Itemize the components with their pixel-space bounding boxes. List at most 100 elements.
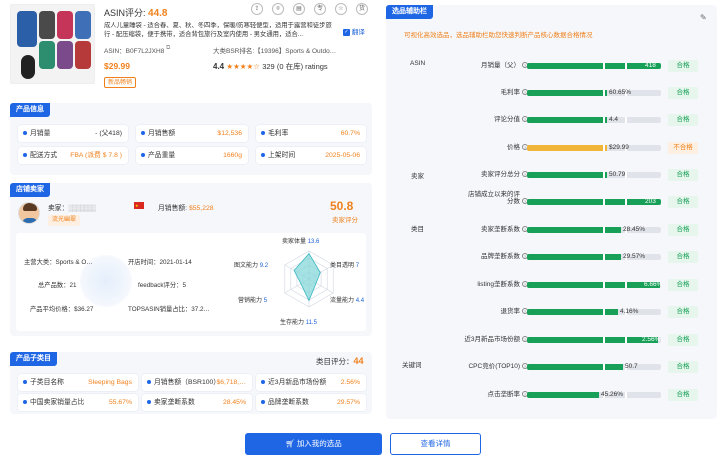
assist-row-value: $29.99 <box>609 144 629 151</box>
translate-toggle[interactable]: ✓ 翻译 <box>343 26 365 36</box>
info-card: 月销售额 $12,536 <box>136 125 248 142</box>
assist-row-label: listing垄断系数 <box>477 281 520 288</box>
assist-bar-track <box>527 117 661 123</box>
threshold-tick <box>603 282 605 288</box>
assist-bar-fill <box>527 337 658 343</box>
assist-row-badge: 不合格 <box>668 142 698 154</box>
compare-icon[interactable]: ⌾ <box>272 3 284 15</box>
assist-row: CPC竞价(TOP10)? 50.7 合格 <box>386 360 726 374</box>
info-card: 配送方式 FBA (派费 $ 7.8 ) <box>18 147 128 164</box>
assist-bar-fill <box>527 254 621 260</box>
assist-row-badge: 合格 <box>668 87 698 99</box>
star-icon[interactable]: ☆ <box>335 3 347 15</box>
assist-bar-track <box>527 282 661 288</box>
add-to-selection-button[interactable]: 🛒︎ 加入我的选品 <box>245 433 382 455</box>
document-icon[interactable]: ▤ <box>293 3 305 15</box>
threshold-tick <box>603 337 605 343</box>
assist-row: 月销量（父）? 418 合格 <box>386 59 726 73</box>
assist-row-value: 2.56% <box>642 336 661 343</box>
assist-row-badge: 合格 <box>668 169 698 181</box>
avatar <box>18 202 40 224</box>
assist-row-badge: 合格 <box>668 224 698 236</box>
assist-row-label: 价格 <box>507 144 520 151</box>
assist-panel: 选品辅助栏 ✎ 可视化高效选品，选品辅助栏助您快速判断产品核心数据合格情况 AS… <box>386 5 717 419</box>
assist-row-badge: 合格 <box>668 334 698 346</box>
assist-bar-track <box>527 337 661 343</box>
assist-row-value: 60.65% <box>609 89 632 96</box>
info-card: 产品重量 1660g <box>136 147 248 164</box>
threshold-tick <box>603 364 605 370</box>
asin-id[interactable]: ASIN：B0F7L2JXH8 <box>104 45 164 55</box>
threshold-tick <box>625 282 627 288</box>
new-tag: 新品畅销 <box>104 77 137 88</box>
view-detail-button[interactable]: 查看详情 <box>390 433 481 455</box>
assist-row-value: 6.66% <box>644 281 663 288</box>
assist-row-value: 28.45% <box>623 226 646 233</box>
copy-icon[interactable]: ⧉ <box>166 45 170 52</box>
assist-row: 品牌垄断系数? 29.57% 合格 <box>386 250 726 264</box>
asin-score-value: 44.8 <box>148 8 168 19</box>
assist-row-label: 卖家评分总分 <box>481 171 520 178</box>
assist-bar-fill <box>527 117 607 123</box>
china-flag-icon: ★ <box>134 202 144 209</box>
radar-label-traffic: 流量能力 4.4 <box>330 298 365 304</box>
threshold-tick <box>625 199 627 205</box>
edit-icon[interactable]: ✎ <box>700 13 707 22</box>
threshold-tick <box>603 145 605 151</box>
assist-row-badge: 合格 <box>668 60 698 72</box>
assist-row: 价格? $29.99 不合格 <box>386 141 726 155</box>
assist-row-label: 店铺成立以来的评分数 <box>468 191 520 205</box>
assist-row: 点击垄断率? 45.26% 合格 <box>386 388 726 402</box>
seller-score: 50.8 <box>330 199 354 213</box>
assist-row-label: 毛利率 <box>500 89 521 96</box>
assist-row-label: 点击垄断率 <box>487 391 521 398</box>
assist-bar-track <box>527 199 661 205</box>
seller-panel: 店铺卖家 卖家：▒▒▒▒▒▒▒ ★ 月销售额: $55,228 流光幽翠 50.… <box>10 183 372 336</box>
product-title[interactable]: 成人儿童睡袋 - 适合春、夏、秋、冬四季，保暖/防寒轻便型，适用于露营和徒步旅行… <box>104 22 336 42</box>
assist-bar-fill <box>527 145 607 151</box>
assist-bar-track <box>527 364 661 370</box>
threshold-tick <box>603 227 605 233</box>
info-card: 上架时间 2025-05-06 <box>256 147 366 164</box>
threshold-tick <box>603 90 605 96</box>
rating: 4.4 ★★★★☆ 329 (0 在库) ratings <box>213 61 328 72</box>
assist-row-value: 45.26% <box>601 391 624 398</box>
asin-score: ASIN评分: 44.8 <box>104 6 168 19</box>
assist-row-badge: 合格 <box>668 389 698 401</box>
assist-row-value: 4.4 <box>609 116 619 123</box>
radar-label-seller-volume: 卖家体量 13.6 <box>282 239 320 245</box>
product-image[interactable] <box>10 4 95 84</box>
rating-stars-icon: ★★★★☆ <box>226 62 260 71</box>
assist-bar-track <box>527 172 661 178</box>
assist-row: 退货率? 4.16% 合格 <box>386 305 726 319</box>
assist-row-value: 29.57% <box>623 253 646 260</box>
share-icon[interactable]: ⇪ <box>251 3 263 15</box>
radar-label-survival: 生存能力 11.5 <box>280 320 317 326</box>
seller-tag: 流光幽翠 <box>48 215 81 226</box>
assist-bar-fill <box>527 199 661 205</box>
radar-label-marketing: 营销能力 5 <box>238 298 268 304</box>
assist-row: listing垄断系数? 6.66% 合格 <box>386 278 726 292</box>
seller-name-masked: ▒▒▒▒▒▒▒ <box>68 205 96 212</box>
info-card: 月销量 - (父418) <box>18 125 128 142</box>
threshold-tick <box>603 63 605 69</box>
threshold-tick <box>603 254 605 260</box>
category-rank[interactable]: 大类BSR排名:【19396】Sports & Outdo… <box>213 45 371 55</box>
supply-icon[interactable]: 货 <box>356 3 368 15</box>
assist-row-label: 品牌垄断系数 <box>481 253 520 260</box>
pin-icon[interactable]: 专 <box>314 3 326 15</box>
checkbox-icon[interactable]: ✓ <box>343 28 350 36</box>
seller-score-label: 卖家评分 <box>332 217 358 224</box>
category-score-value: 44 <box>353 356 364 366</box>
assist-row: 近3月新品市场份额? 2.56% 合格 <box>386 333 726 347</box>
assist-row-badge: 合格 <box>668 279 698 291</box>
seller-name[interactable]: 卖家：▒▒▒▒▒▒▒ <box>48 202 96 212</box>
product-info-panel: 产品信息 月销量 - (父418) 月销售额 $12,536 毛利率 60.7% 配送… <box>10 103 372 175</box>
subcat-card: 月销售额（BSR100） $6,718,… <box>142 374 252 391</box>
assist-bar-track <box>527 309 661 315</box>
product-info-header: 产品信息 <box>10 103 50 117</box>
sub-category-panel: 产品子类目 类目评分：44 子类目名称 Sleeping Bags 月销售额（BS… <box>10 352 372 414</box>
threshold-tick <box>625 117 627 123</box>
assist-bar-fill <box>527 63 661 69</box>
reviews-count[interactable]: 329 (0 在库) ratings <box>262 62 327 71</box>
